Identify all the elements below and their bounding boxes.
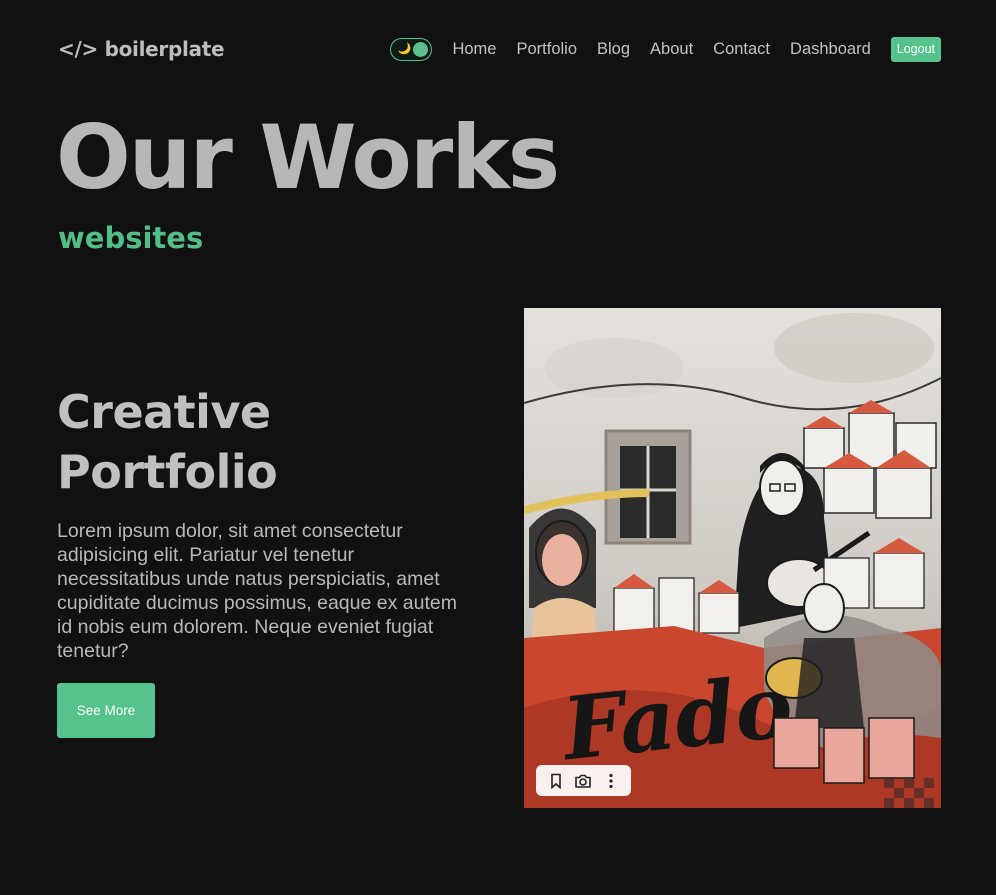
logout-button[interactable]: Logout — [890, 36, 941, 62]
nav-link-contact[interactable]: Contact — [713, 40, 770, 59]
see-more-button[interactable]: See More — [57, 683, 155, 738]
toggle-knob — [413, 41, 429, 57]
moon-icon: 🌙 — [397, 41, 412, 55]
camera-icon[interactable] — [571, 769, 595, 793]
bookmark-icon[interactable] — [544, 769, 568, 793]
site-header: </> boilerplate 🌙 Home Portfolio Blog Ab… — [58, 34, 941, 64]
image-toolbar — [536, 765, 631, 796]
nav-link-about[interactable]: About — [650, 40, 693, 59]
nav-link-home[interactable]: Home — [452, 40, 496, 59]
page-subtitle: websites — [58, 221, 204, 255]
item-description: Lorem ipsum dolor, sit amet consectetur … — [57, 520, 457, 662]
page-title: Our Works — [56, 106, 560, 209]
main-nav: 🌙 Home Portfolio Blog About Contact Dash… — [390, 36, 941, 62]
more-vertical-icon[interactable] — [599, 769, 623, 793]
logo-link[interactable]: </> boilerplate — [58, 37, 225, 61]
nav-link-dashboard[interactable]: Dashboard — [790, 40, 871, 59]
mural-illustration: Fado — [524, 308, 941, 808]
item-title: Creative Portfolio — [57, 385, 278, 499]
nav-link-portfolio[interactable]: Portfolio — [516, 40, 577, 59]
portfolio-image: Fado — [524, 308, 941, 808]
theme-toggle[interactable]: 🌙 — [390, 37, 433, 61]
nav-link-blog[interactable]: Blog — [597, 40, 630, 59]
page: </> boilerplate 🌙 Home Portfolio Blog Ab… — [0, 0, 996, 895]
